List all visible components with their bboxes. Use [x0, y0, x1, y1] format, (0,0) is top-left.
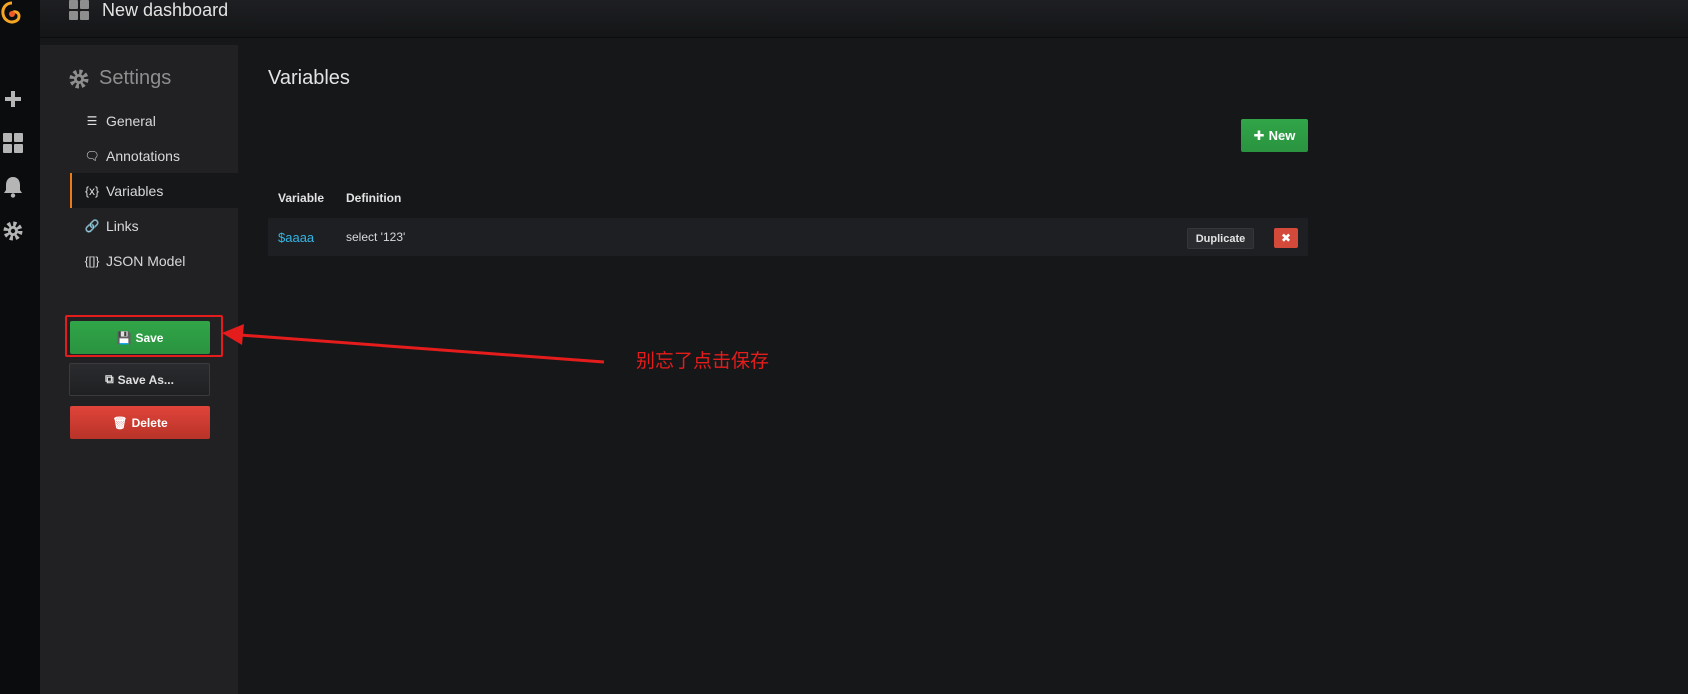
delete-button[interactable]: 🗑 Delete: [70, 406, 210, 439]
nav-item-label: Links: [106, 217, 139, 234]
nav-item-json-model[interactable]: {[]} JSON Model: [70, 243, 238, 278]
variable-name-link[interactable]: $aaaa: [278, 230, 314, 245]
gear-icon[interactable]: [0, 218, 26, 244]
save-label: Save: [135, 330, 164, 345]
annotation-text: 别忘了点击保存: [636, 350, 770, 372]
column-header-definition: Definition: [346, 191, 402, 205]
new-label: New: [1268, 128, 1296, 143]
nav-item-annotations[interactable]: 🗨 Annotations: [70, 138, 238, 173]
link-icon: 🔗: [84, 218, 100, 233]
grafana-dashboard-settings: New dashboard Settings ☰ General 🗨 Annot…: [0, 0, 1688, 694]
table-row: $aaaa select '123' Duplicate ✖: [268, 218, 1308, 256]
delete-label: Delete: [131, 415, 168, 430]
new-variable-button[interactable]: ✚ New: [1241, 119, 1308, 152]
json-icon: {[]}: [84, 253, 100, 268]
plus-icon: ✚: [1253, 127, 1265, 143]
save-icon: 💾: [116, 330, 132, 345]
gear-icon: [69, 69, 89, 88]
variable-icon: {x}: [84, 183, 99, 198]
annotation-arrow: [222, 324, 605, 364]
variable-definition[interactable]: select '123': [346, 230, 405, 244]
nav-item-label: General: [106, 112, 156, 129]
nav-item-label: Variables: [106, 182, 164, 199]
nav-item-label: Annotations: [106, 147, 180, 164]
page-title: Variables: [268, 67, 350, 89]
copy-icon: ⧉: [105, 372, 114, 386]
grafana-logo-icon[interactable]: [0, 0, 24, 28]
save-as-label: Save As...: [117, 372, 174, 387]
duplicate-button[interactable]: Duplicate: [1187, 228, 1254, 249]
nav-item-links[interactable]: 🔗 Links: [70, 208, 238, 243]
nav-item-general[interactable]: ☰ General: [70, 103, 238, 138]
column-header-variable: Variable: [278, 191, 325, 205]
settings-heading: Settings: [68, 67, 171, 90]
save-as-button[interactable]: ⧉ Save As...: [69, 363, 210, 396]
dashboard-title[interactable]: New dashboard: [102, 0, 228, 20]
nav-item-variables[interactable]: {x} Variables: [70, 173, 238, 208]
remove-variable-button[interactable]: ✖: [1274, 228, 1298, 248]
bell-icon[interactable]: [0, 174, 26, 200]
close-icon: ✖: [1280, 231, 1292, 245]
comment-icon: 🗨: [84, 148, 100, 163]
top-navbar: New dashboard: [40, 0, 1688, 38]
dashboard-grid-icon: [69, 0, 89, 20]
settings-title: Settings: [99, 67, 172, 89]
side-menu: [0, 0, 40, 694]
dashboards-icon[interactable]: [0, 130, 26, 156]
trash-icon: 🗑: [112, 415, 128, 430]
plus-icon[interactable]: [0, 86, 26, 112]
nav-item-label: JSON Model: [106, 252, 186, 269]
sliders-icon: ☰: [86, 113, 98, 128]
save-button[interactable]: 💾 Save: [70, 321, 210, 354]
